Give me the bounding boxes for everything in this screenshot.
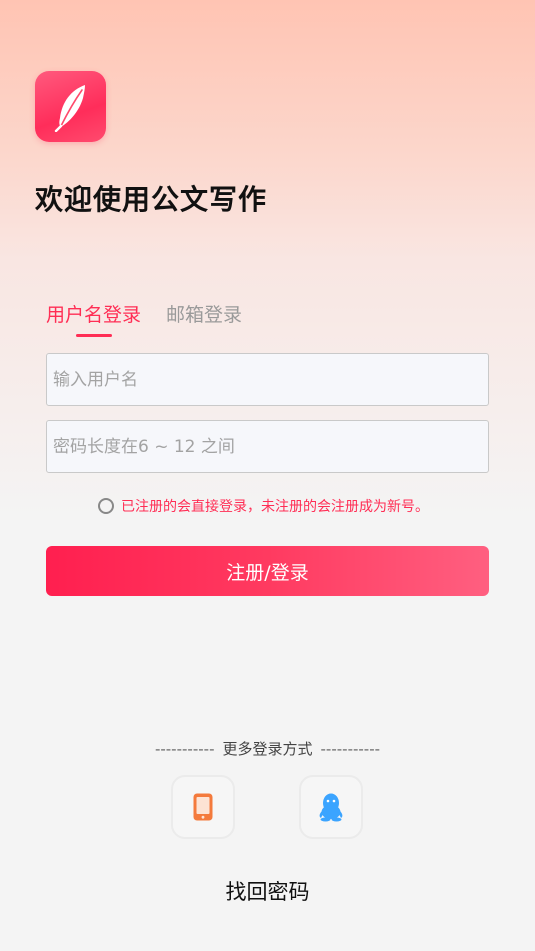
divider-dashes-right: ----------- (320, 740, 381, 758)
phone-login-button[interactable] (171, 775, 235, 839)
agreement-text: 已注册的会直接登录，未注册的会注册成为新号。 (121, 499, 429, 515)
welcome-title: 欢迎使用公文写作 (35, 183, 268, 216)
tab-email-login[interactable]: 邮箱登录 (166, 300, 242, 327)
phone-icon (193, 793, 213, 821)
register-login-button[interactable]: 注册/登录 (46, 546, 489, 596)
divider-dashes-left: ----------- (154, 740, 215, 758)
more-login-divider: ----------- 更多登录方式 ----------- (0, 738, 535, 759)
qq-penguin-icon (319, 793, 343, 822)
password-input[interactable] (46, 420, 489, 473)
more-login-label: 更多登录方式 (222, 740, 313, 758)
username-input[interactable] (46, 353, 489, 406)
qq-login-button[interactable] (299, 775, 363, 839)
find-password-link[interactable]: 找回密码 (0, 876, 535, 906)
feather-logo-icon (54, 84, 85, 132)
login-tabs: 用户名登录 邮箱登录 (46, 300, 306, 340)
tab-username-login[interactable]: 用户名登录 (46, 300, 141, 327)
agreement-radio[interactable] (98, 498, 114, 514)
agreement-row: 已注册的会直接登录，未注册的会注册成为新号。 (98, 496, 429, 516)
active-tab-indicator (76, 334, 112, 337)
app-logo (35, 71, 106, 142)
